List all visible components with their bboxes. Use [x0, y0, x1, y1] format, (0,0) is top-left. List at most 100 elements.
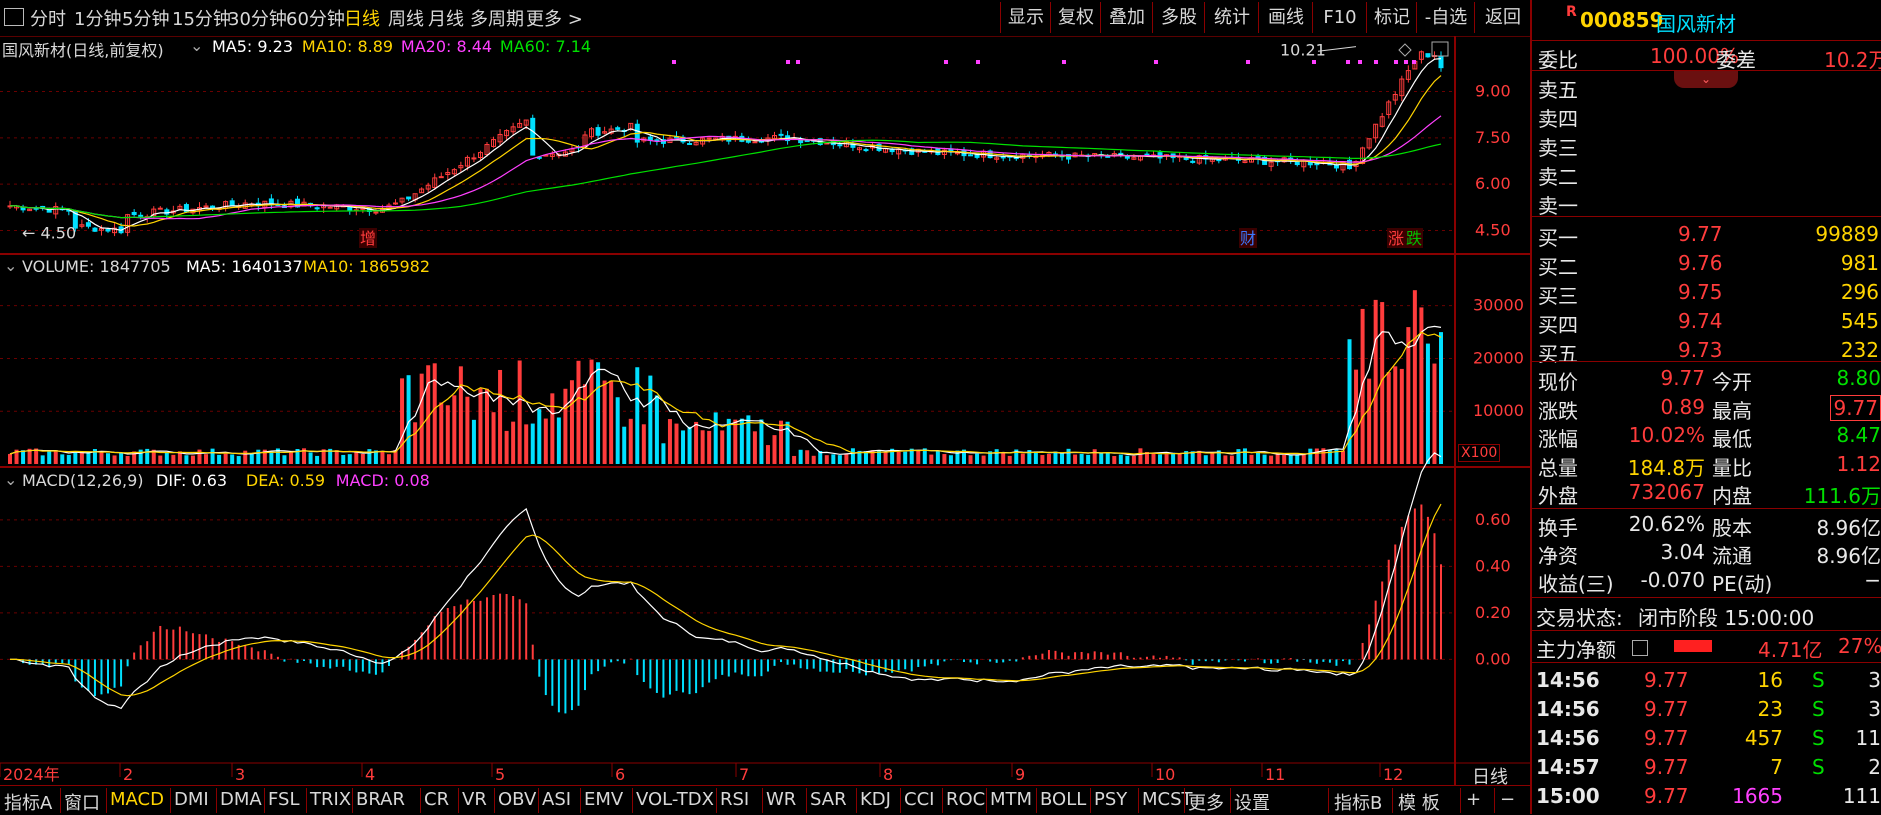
candle-body: [1000, 156, 1006, 159]
indicator-tab-2[interactable]: MACD: [110, 789, 164, 810]
toolbar-button-3[interactable]: 多股: [1152, 2, 1205, 33]
volume-bar: [1236, 449, 1241, 464]
period-tab-7[interactable]: 周线: [388, 5, 424, 31]
chevron-down-icon[interactable]: ⌄: [4, 470, 17, 489]
signal-dot: [944, 60, 948, 64]
volume-bar: [40, 455, 45, 464]
indicator-tab-21[interactable]: BOLL: [1040, 789, 1086, 810]
toolbar-button-8[interactable]: -自选: [1416, 2, 1475, 33]
indicator-tab-19[interactable]: ROC: [946, 789, 985, 810]
period-tab-2[interactable]: 5分钟: [122, 5, 169, 31]
period-tab-8[interactable]: 月线: [428, 5, 464, 31]
period-tab-10[interactable]: 更多 >: [526, 5, 583, 31]
indicator-tab-6[interactable]: TRIX: [310, 789, 351, 810]
volume-bar: [439, 402, 444, 464]
bottom-right-button-2[interactable]: +: [1466, 789, 1481, 810]
tab-separator: [494, 788, 495, 813]
volume-bar: [707, 430, 712, 464]
collapse-chevron-icon[interactable]: ⌄: [1674, 70, 1738, 88]
toolbar-button-2[interactable]: 叠加: [1100, 2, 1153, 33]
volume-bar: [1308, 448, 1313, 464]
volume-bar: [1001, 452, 1006, 464]
volume-bar: [576, 360, 581, 464]
indicator-tab-8[interactable]: CR: [424, 789, 449, 810]
x-axis-label: 12: [1383, 765, 1403, 784]
indicator-tab-24[interactable]: 更多: [1188, 789, 1224, 815]
indicator-tab-15[interactable]: WR: [766, 789, 796, 810]
sell-level-label: 卖一: [1538, 194, 1578, 218]
candle-body: [687, 143, 693, 146]
toolbar-button-4[interactable]: 统计: [1204, 2, 1259, 33]
indicator-tab-11[interactable]: ASI: [542, 789, 571, 810]
toolbar-button-1[interactable]: 复权: [1050, 2, 1101, 33]
volume-bar: [367, 449, 372, 464]
menu-toggle-icon[interactable]: [4, 8, 24, 26]
indicator-tab-5[interactable]: FSL: [268, 789, 300, 810]
period-tab-9[interactable]: 多周期: [470, 5, 524, 31]
chevron-down-icon[interactable]: ⌄: [4, 256, 17, 275]
period-tab-5[interactable]: 60分钟: [286, 5, 345, 31]
indicator-tab-12[interactable]: EMV: [584, 789, 623, 810]
toolbar-button-7[interactable]: 标记: [1366, 2, 1417, 33]
period-tab-0[interactable]: 分时: [30, 5, 66, 31]
volume-bar: [530, 423, 535, 464]
event-marker: 跌: [1406, 229, 1422, 248]
indicator-tab-9[interactable]: VR: [462, 789, 487, 810]
tab-separator: [106, 788, 107, 813]
volume-bar: [569, 380, 574, 464]
volume-ma5-line: [9, 325, 1442, 456]
stock-name[interactable]: 国风新材: [1656, 8, 1736, 37]
volume-bar: [1439, 332, 1443, 464]
period-tab-1[interactable]: 1分钟: [74, 5, 121, 31]
chevron-down-icon[interactable]: ⌄: [190, 36, 203, 55]
toolbar-button-6[interactable]: F10: [1312, 2, 1367, 33]
indicator-tab-25[interactable]: 设置: [1234, 789, 1270, 815]
volume-tick-label: 20000: [1473, 348, 1524, 367]
toolbar-button-0[interactable]: 显示: [1000, 2, 1051, 33]
indicator-tab-10[interactable]: OBV: [498, 789, 536, 810]
volume-bar: [1256, 451, 1261, 464]
indicator-tab-3[interactable]: DMI: [174, 789, 209, 810]
period-tab-4[interactable]: 30分钟: [228, 5, 287, 31]
indicator-tab-18[interactable]: CCI: [904, 789, 934, 810]
buy-level-volume: 99889: [1815, 222, 1879, 246]
bottom-right-button-3[interactable]: −: [1500, 789, 1515, 810]
tab-separator: [264, 788, 265, 813]
period-tab-3[interactable]: 15分钟: [172, 5, 231, 31]
bottom-right-button-1[interactable]: 模 板: [1398, 789, 1440, 815]
tab-separator: [420, 788, 421, 813]
volume-bar: [1367, 378, 1372, 464]
kline-chart-area[interactable]: 9.00 7.50 6.00 4.50 10.21 ← 4.50 增 财 涨跌 30000 2000…: [0, 36, 1530, 785]
tab-separator: [352, 788, 353, 813]
legend-item: MA20: 8.44: [400, 37, 493, 56]
diamond-icon[interactable]: [1398, 43, 1412, 57]
macd-tick-label: 0.00: [1475, 649, 1511, 668]
volume-bar: [628, 418, 633, 464]
indicator-tab-13[interactable]: VOL-TDX: [636, 789, 714, 810]
indicator-tab-17[interactable]: KDJ: [860, 789, 891, 810]
toolbar-button-9[interactable]: 返回: [1474, 2, 1531, 33]
indicator-tab-16[interactable]: SAR: [810, 789, 847, 810]
volume-bar: [609, 380, 614, 464]
fund-value: 8.96亿: [1816, 544, 1881, 568]
bottom-right-button-0[interactable]: 指标B: [1334, 789, 1382, 815]
volume-bar: [517, 360, 522, 464]
indicator-tab-7[interactable]: BRAR: [356, 789, 405, 810]
toolbar-button-5[interactable]: 画线: [1258, 2, 1313, 33]
volume-bar: [1301, 453, 1306, 464]
indicator-tab-22[interactable]: PSY: [1094, 789, 1127, 810]
indicator-tab-1[interactable]: 窗口: [64, 789, 100, 815]
indicator-tab-4[interactable]: DMA: [220, 789, 262, 810]
volume-bar: [831, 454, 836, 464]
x-axis-label: 2024年: [3, 765, 60, 784]
indicator-tab-14[interactable]: RSI: [720, 789, 749, 810]
indicator-tab-0[interactable]: 指标A: [4, 789, 52, 815]
period-tab-6[interactable]: 日线: [344, 5, 380, 31]
volume-unit-label: X100: [1458, 444, 1501, 462]
indicator-tab-20[interactable]: MTM: [990, 789, 1032, 810]
ma60-line: [10, 139, 1442, 219]
list-icon[interactable]: [1632, 640, 1648, 656]
candle-body: [752, 141, 758, 144]
tick-time: 14:56: [1536, 726, 1600, 750]
main-flow-label: 主力净额: [1536, 638, 1616, 662]
